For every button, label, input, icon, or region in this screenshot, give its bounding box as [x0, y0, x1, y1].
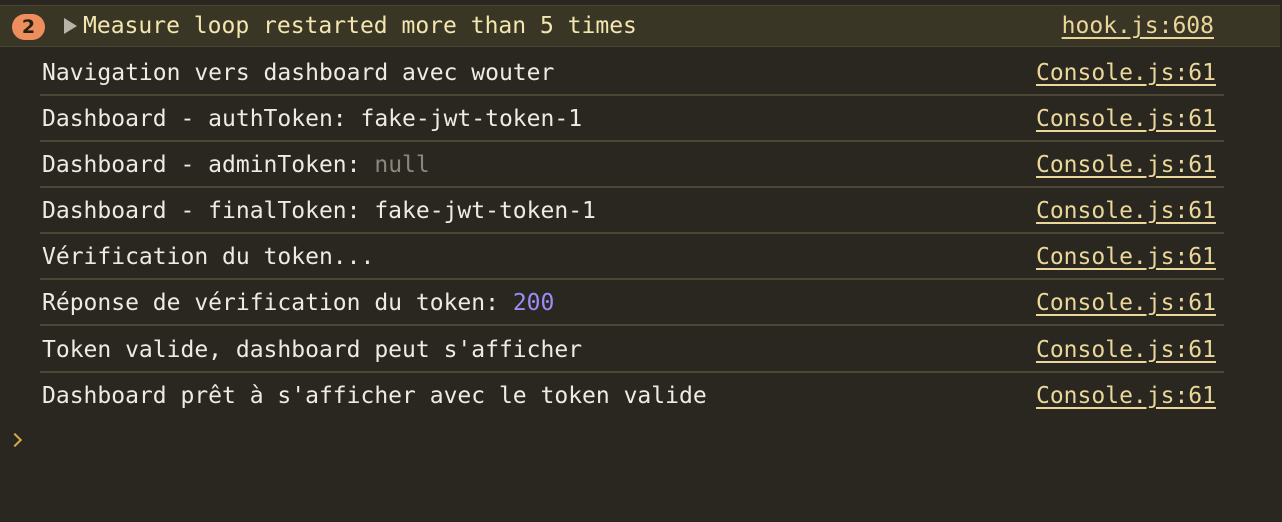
console-prompt-input[interactable]	[40, 426, 1244, 460]
console-panel: 2 Measure loop restarted more than 5 tim…	[0, 0, 1282, 522]
log-message-text: Navigation vers dashboard avec wouter	[42, 60, 555, 86]
log-source-link[interactable]: Console.js:61	[1036, 382, 1216, 410]
log-message-text: Dashboard - adminToken:	[42, 152, 375, 178]
log-message-text: Dashboard - authToken: fake-jwt-token-1	[42, 106, 583, 132]
log-row: Navigation vers dashboard avec wouter Co…	[0, 50, 1224, 96]
log-row: Dashboard - adminToken: null Console.js:…	[0, 142, 1224, 188]
repeat-count-badge: 2	[12, 14, 45, 40]
log-message-text: Dashboard prêt à s'afficher avec le toke…	[42, 383, 707, 409]
log-message: Navigation vers dashboard avec wouter	[42, 59, 554, 87]
number-value: 200	[512, 290, 555, 316]
log-message-text: Vérification du token...	[42, 244, 375, 270]
warning-message-text: Measure loop restarted more than 5 times	[83, 13, 637, 39]
log-source-link[interactable]: Console.js:61	[1036, 151, 1216, 179]
log-message-text: Réponse de vérification du token:	[42, 290, 513, 316]
log-row: Vérification du token... Console.js:61	[0, 234, 1224, 280]
log-message: Dashboard - adminToken: null	[42, 151, 430, 179]
log-row: Dashboard - finalToken: fake-jwt-token-1…	[0, 188, 1224, 234]
chevron-right-icon	[7, 432, 23, 448]
log-row: Dashboard - authToken: fake-jwt-token-1 …	[0, 96, 1224, 142]
warning-message-row[interactable]: 2 Measure loop restarted more than 5 tim…	[0, 5, 1280, 47]
log-source-link[interactable]: Console.js:61	[1036, 197, 1216, 225]
null-value: null	[374, 152, 430, 178]
log-message: Dashboard - finalToken: fake-jwt-token-1	[42, 197, 596, 225]
log-source-link[interactable]: Console.js:61	[1036, 105, 1216, 133]
log-source-link[interactable]: Console.js:61	[1036, 243, 1216, 271]
log-message: Réponse de vérification du token: 200	[42, 289, 554, 317]
log-message-text: Token valide, dashboard peut s'afficher	[42, 337, 583, 363]
log-message: Dashboard prêt à s'afficher avec le toke…	[42, 382, 707, 410]
log-source-link[interactable]: Console.js:61	[1036, 59, 1216, 87]
log-message: Token valide, dashboard peut s'afficher	[42, 336, 582, 364]
log-row: Dashboard prêt à s'afficher avec le toke…	[0, 373, 1224, 419]
log-source-link[interactable]: Console.js:61	[1036, 289, 1216, 317]
warning-source-link[interactable]: hook.js:608	[1062, 12, 1214, 40]
row-divider	[40, 324, 1224, 326]
expand-triangle-icon[interactable]	[64, 18, 77, 34]
log-row: Réponse de vérification du token: 200 Co…	[0, 280, 1224, 326]
log-message-text: Dashboard - finalToken: fake-jwt-token-1	[42, 198, 596, 224]
log-message: Vérification du token...	[42, 243, 374, 271]
log-source-link[interactable]: Console.js:61	[1036, 336, 1216, 364]
log-row: Token valide, dashboard peut s'afficher …	[0, 327, 1224, 373]
log-message: Dashboard - authToken: fake-jwt-token-1	[42, 105, 582, 133]
